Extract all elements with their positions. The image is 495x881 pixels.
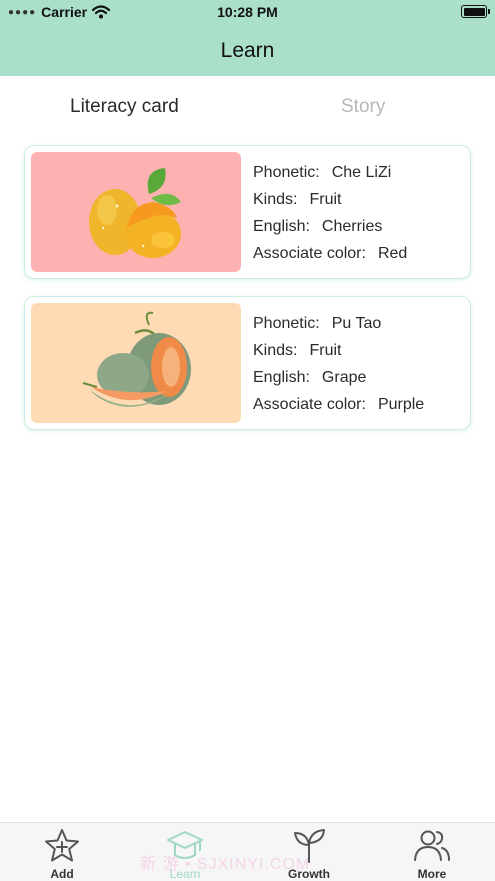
tab-add[interactable]: Add [22,827,102,881]
card-info: Phonetic: Pu Tao Kinds: Fruit English: Grap… [253,313,424,421]
english-value: Cherries [321,218,383,235]
phonetic-value: Pu Tao [331,315,382,332]
bottom-tab-bar: 新 游 • SJXINYI.COM Add Learn Growth More [0,822,495,881]
tab-more[interactable]: More [392,827,472,881]
color-value: Purple [377,396,425,413]
battery-icon [461,5,490,18]
page-title: Learn [220,39,275,62]
color-row: Associate color: Red [253,243,407,270]
tab-add-label: Add [50,867,74,881]
kinds-row: Kinds: Fruit [253,340,424,367]
english-row: English: Grape [253,367,424,394]
star-plus-icon [45,829,79,862]
phonetic-label: Phonetic: [253,315,320,332]
kinds-label: Kinds: [253,342,298,359]
tab-learn[interactable]: Learn [145,827,225,881]
phonetic-row: Phonetic: Che LiZi [253,162,407,189]
color-label: Associate color: [253,245,366,262]
color-row: Associate color: Purple [253,394,424,421]
kinds-value: Fruit [309,191,342,208]
kinds-row: Kinds: Fruit [253,189,407,216]
status-bar: ●●●● Carrier 10:28 PM [0,0,495,26]
literacy-card[interactable]: Phonetic: Pu Tao Kinds: Fruit English: Grap… [24,296,471,430]
mango-image [31,152,241,272]
color-label: Associate color: [253,396,366,413]
melon-image [31,303,241,423]
english-label: English: [253,369,310,386]
status-time: 10:28 PM [217,4,278,20]
tab-story[interactable]: Story [341,96,385,118]
english-row: English: Cherries [253,216,407,243]
sprout-icon [294,829,325,863]
tab-more-label: More [417,867,447,881]
tab-growth-label: Growth [288,867,330,881]
card-info: Phonetic: Che LiZi Kinds: Fruit English: Ch… [253,162,407,270]
kinds-value: Fruit [309,342,342,359]
graduation-cap-icon [167,831,203,859]
english-label: English: [253,218,310,235]
segment-tabs: Literacy card Story [0,76,495,138]
users-icon [414,830,450,861]
english-value: Grape [321,369,367,386]
phonetic-row: Phonetic: Pu Tao [253,313,424,340]
phonetic-label: Phonetic: [253,164,320,181]
phonetic-value: Che LiZi [331,164,392,181]
nav-bar: Learn [0,26,495,76]
tab-literacy-card[interactable]: Literacy card [70,96,179,118]
literacy-card[interactable]: Phonetic: Che LiZi Kinds: Fruit English: Ch… [24,145,471,279]
tab-growth[interactable]: Growth [269,827,349,881]
tab-learn-label: Learn [169,867,201,881]
color-value: Red [377,245,408,262]
kinds-label: Kinds: [253,191,298,208]
